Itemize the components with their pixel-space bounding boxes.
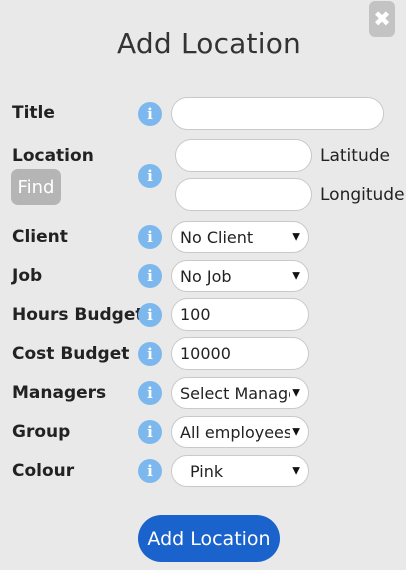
title-info-icon[interactable]: i — [138, 102, 162, 126]
managers-label: Managers — [12, 383, 107, 403]
job-label: Job — [12, 266, 43, 286]
client-select[interactable]: No Client ▼ — [171, 221, 309, 253]
chevron-down-icon: ▼ — [292, 465, 300, 477]
longitude-label: Longitude — [320, 185, 405, 205]
colour-info-icon[interactable]: i — [138, 459, 162, 483]
title-input[interactable] — [171, 97, 384, 130]
chevron-down-icon: ▼ — [292, 387, 300, 399]
group-select[interactable]: All employees ▼ — [171, 416, 309, 448]
find-button[interactable]: Find — [11, 169, 61, 205]
latitude-input[interactable] — [175, 139, 312, 172]
hours-budget-info-icon[interactable]: i — [138, 303, 162, 327]
hours-budget-input[interactable]: 100 — [171, 298, 309, 331]
client-label: Client — [12, 227, 68, 247]
cost-budget-info-icon[interactable]: i — [138, 342, 162, 366]
location-label: Location — [12, 146, 94, 166]
client-info-icon[interactable]: i — [138, 225, 162, 249]
cost-budget-input[interactable]: 10000 — [171, 337, 309, 370]
managers-info-icon[interactable]: i — [138, 381, 162, 405]
managers-select[interactable]: Select Managers ▼ — [171, 377, 309, 409]
chevron-down-icon: ▼ — [292, 231, 300, 243]
colour-label: Colour — [12, 461, 75, 481]
group-label: Group — [12, 422, 71, 442]
job-select[interactable]: No Job ▼ — [171, 260, 309, 292]
managers-selected-value: Select Managers — [180, 383, 290, 403]
add-location-button[interactable]: Add Location — [138, 515, 280, 562]
location-info-icon[interactable]: i — [138, 164, 162, 188]
chevron-down-icon: ▼ — [292, 426, 300, 438]
colour-select[interactable]: Pink ▼ — [171, 455, 309, 487]
client-selected-value: No Client — [180, 227, 254, 247]
longitude-input[interactable] — [175, 178, 312, 211]
dialog-title: Add Location — [117, 27, 301, 60]
colour-selected-value: Pink — [190, 461, 224, 481]
hours-budget-label: Hours Budget — [12, 305, 144, 325]
cost-budget-label: Cost Budget — [12, 344, 130, 364]
latitude-label: Latitude — [320, 146, 390, 166]
job-selected-value: No Job — [180, 266, 232, 286]
job-info-icon[interactable]: i — [138, 264, 162, 288]
title-label: Title — [12, 103, 55, 123]
group-info-icon[interactable]: i — [138, 420, 162, 444]
chevron-down-icon: ▼ — [292, 270, 300, 282]
group-selected-value: All employees — [180, 422, 290, 442]
